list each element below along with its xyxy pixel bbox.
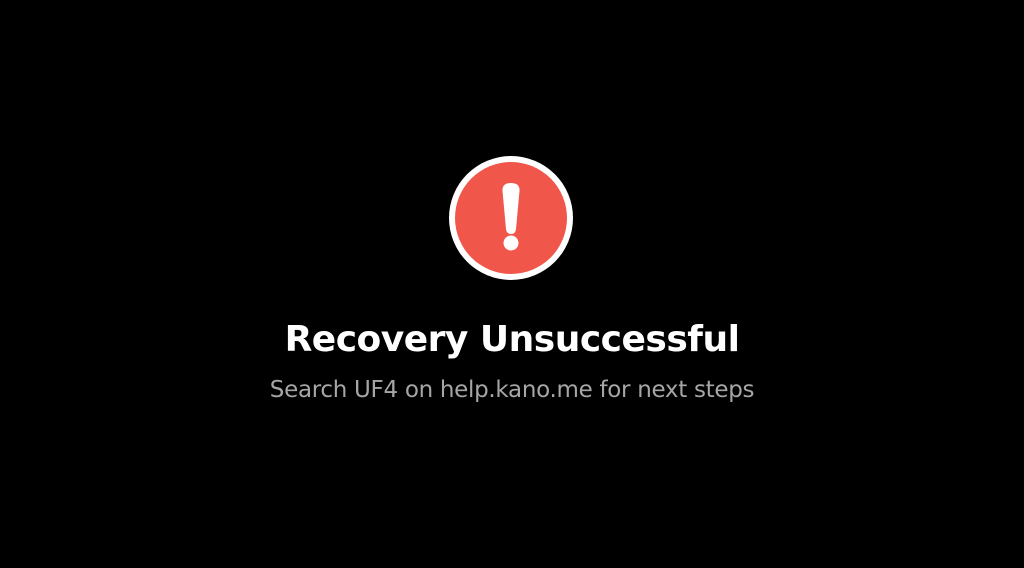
error-title: Recovery Unsuccessful [284, 319, 740, 360]
exclamation-alert-icon [446, 153, 576, 283]
recovery-error-screen: Recovery Unsuccessful Search UF4 on help… [0, 0, 1024, 568]
error-instructions: Search UF4 on help.kano.me for next step… [269, 377, 755, 403]
